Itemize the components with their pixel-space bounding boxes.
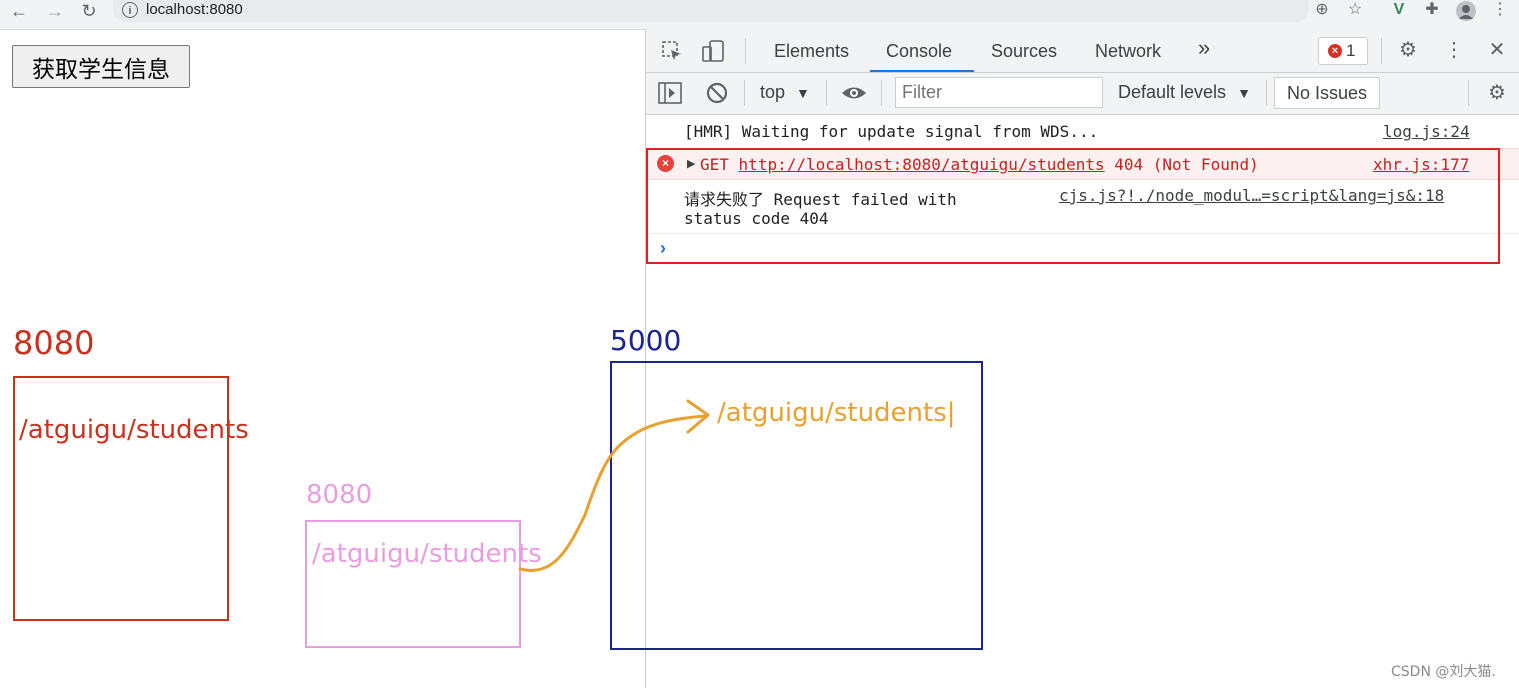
proxy-arrow [518, 399, 710, 572]
watermark: CSDN @刘大猫. [1391, 664, 1496, 680]
